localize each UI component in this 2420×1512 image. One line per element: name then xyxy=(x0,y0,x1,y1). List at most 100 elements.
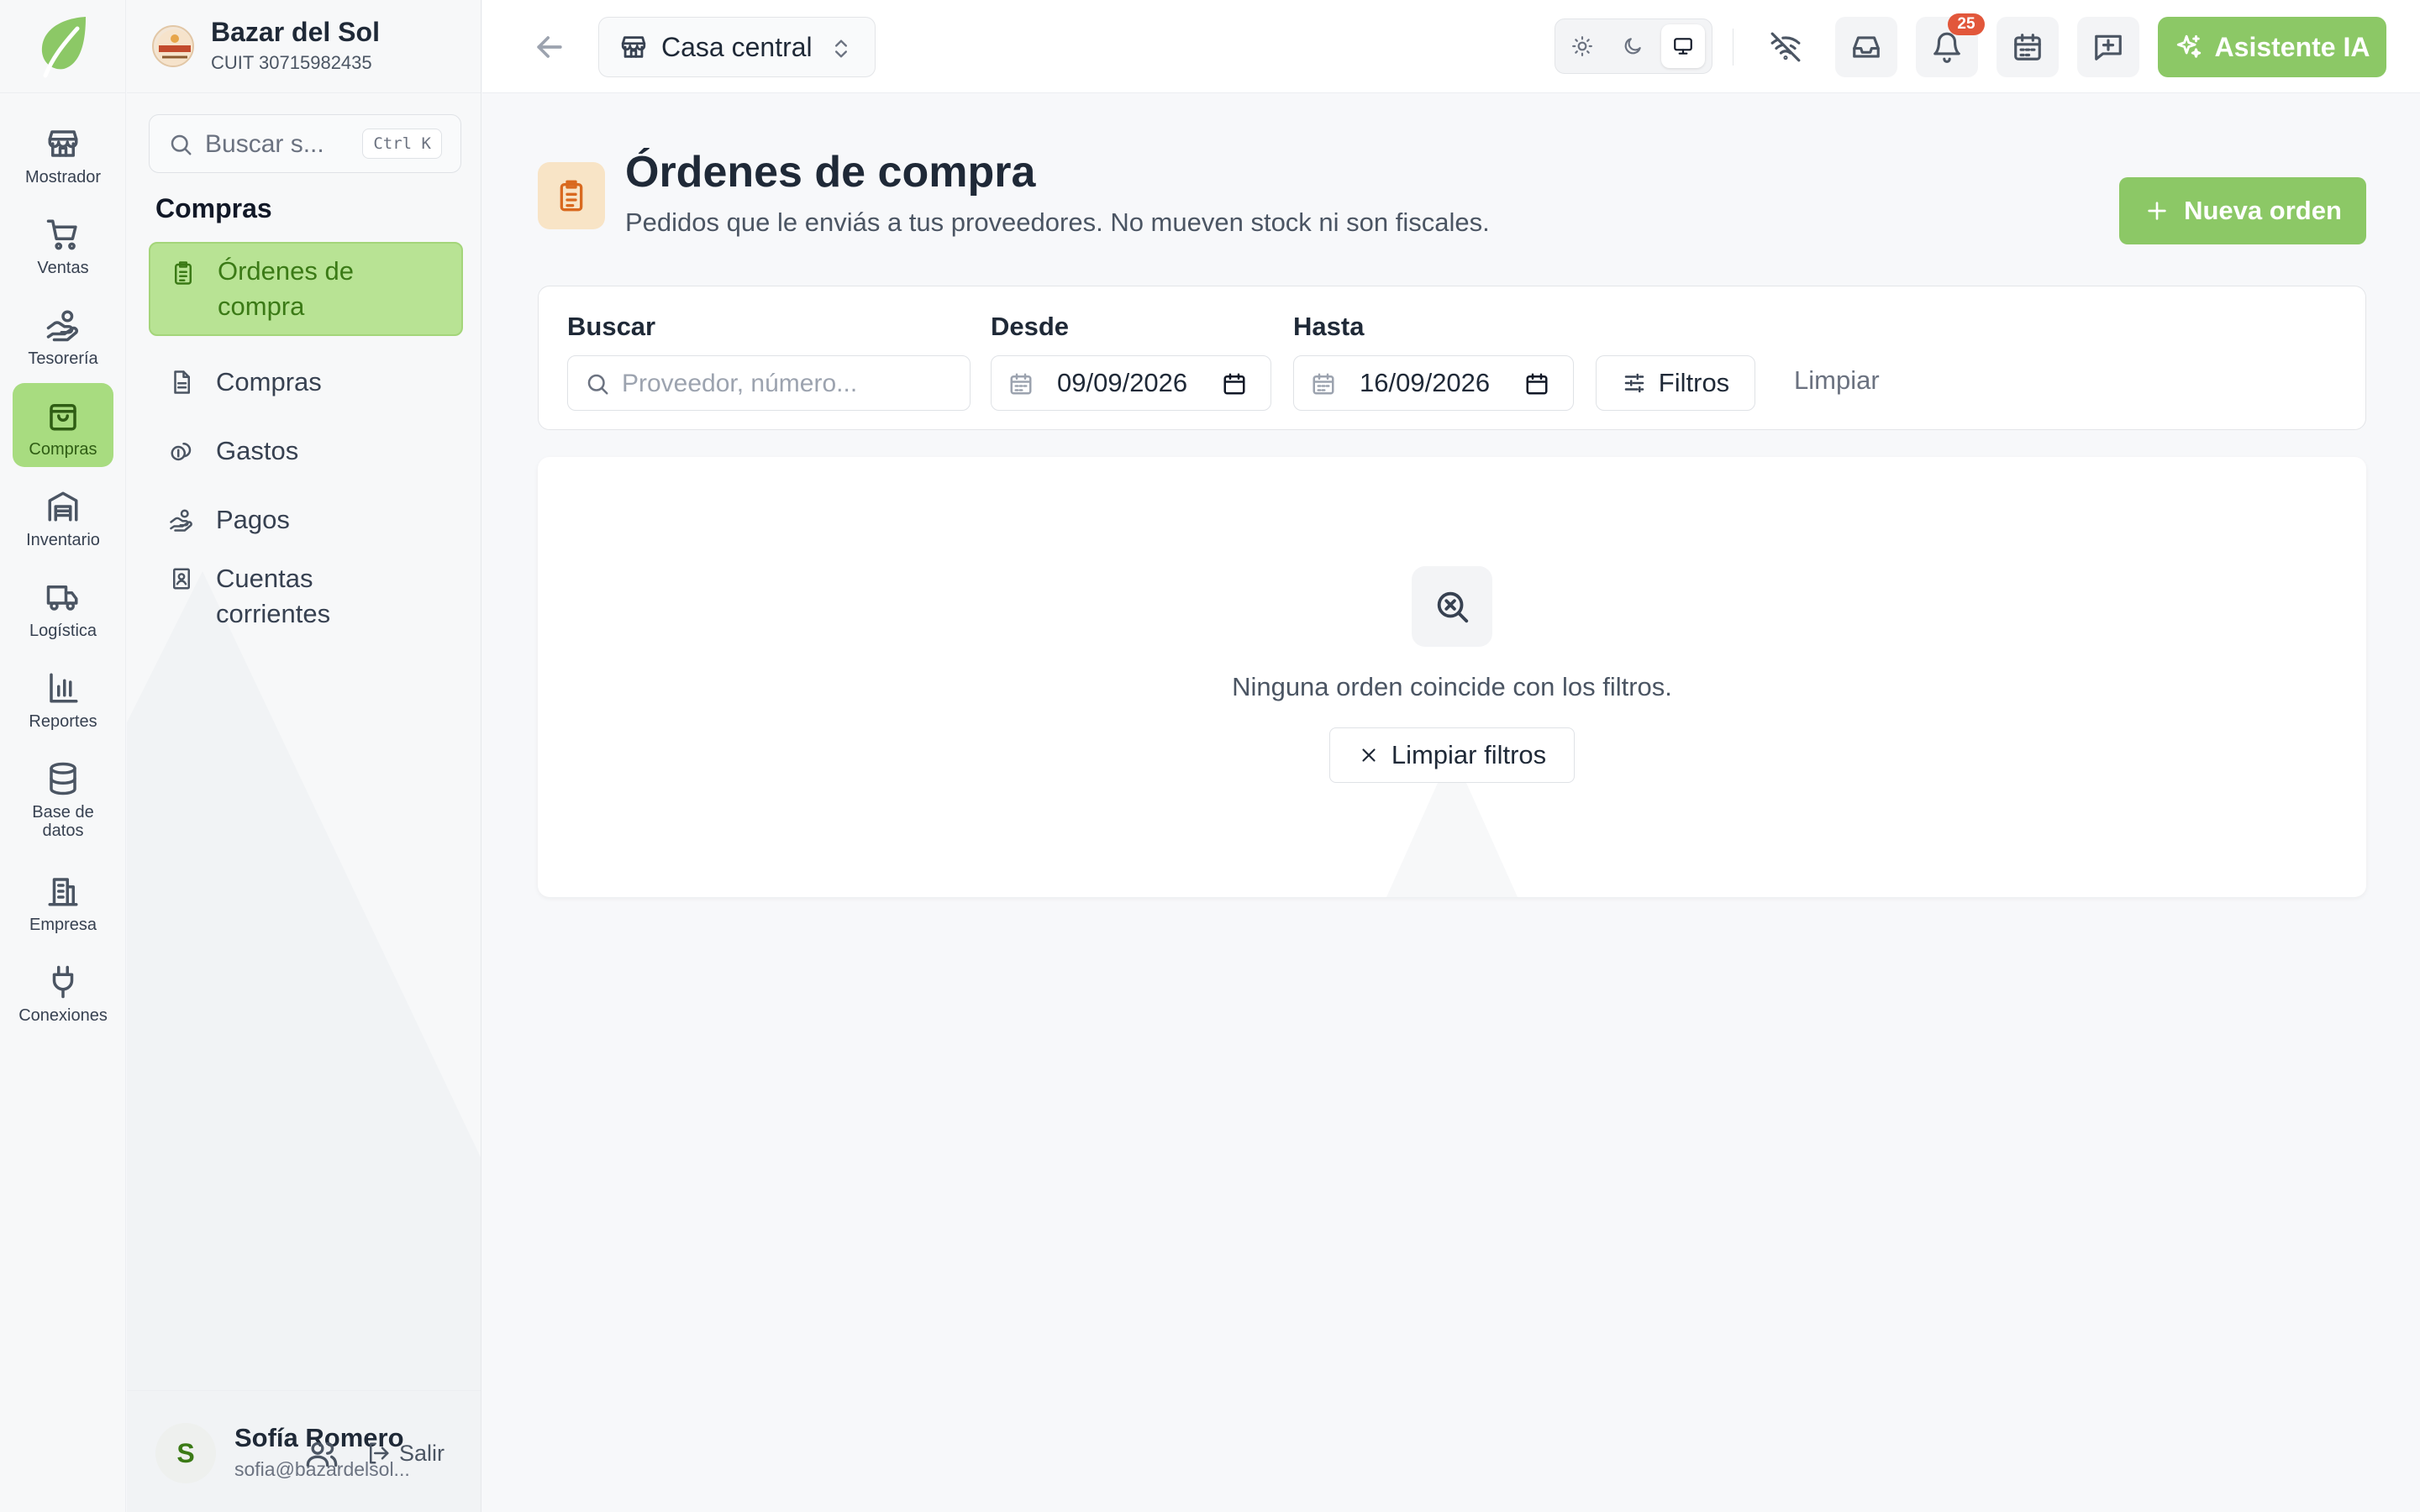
company-avatar[interactable] xyxy=(152,25,194,67)
sidebar-item-cuentas-corrientes[interactable]: Cuentas corrientes xyxy=(149,558,463,638)
sidebar-item-label: Cuentas corrientes xyxy=(216,564,331,628)
sidebar-search[interactable]: Ctrl K xyxy=(149,114,461,173)
sidebar-item-label: Compras xyxy=(216,367,322,396)
branch-label: Casa central xyxy=(661,31,813,62)
clipboard-list-icon xyxy=(175,261,192,285)
logout-button[interactable]: Salir xyxy=(366,1433,445,1473)
bar-chart-icon xyxy=(50,673,78,703)
rail-item-base-de-datos[interactable]: Base de datos xyxy=(13,746,113,843)
rail-item-label: Compras xyxy=(29,440,97,459)
calendar-button[interactable] xyxy=(1996,17,2059,77)
hand-coins-icon xyxy=(46,310,78,342)
sidebar-section-title: Compras xyxy=(155,193,272,223)
wifi-off-icon xyxy=(1770,32,1801,62)
plug-icon xyxy=(52,965,74,999)
new-order-label: Nueva orden xyxy=(2184,196,2342,225)
leaf-logo-icon[interactable] xyxy=(34,13,92,79)
rail-item-inventario[interactable]: Inventario xyxy=(13,474,113,558)
arrow-left-icon xyxy=(537,36,562,58)
to-date-value: 16/09/2026 xyxy=(1360,368,1491,397)
rail-item-empresa[interactable]: Empresa xyxy=(13,858,113,942)
switch-user-button[interactable] xyxy=(305,1437,339,1471)
dark-theme-button[interactable] xyxy=(1611,24,1655,68)
sparkles-icon xyxy=(2176,34,2201,58)
rail-item-mostrador[interactable]: Mostrador xyxy=(13,111,113,195)
back-button[interactable] xyxy=(531,29,568,66)
sidebar-item-gastos[interactable]: Gastos xyxy=(149,423,463,479)
calendar-icon xyxy=(2014,34,2041,60)
chevrons-up-down-icon xyxy=(835,39,847,58)
sidebar-item-ordenes-de-compra[interactable]: Órdenes de compra xyxy=(149,242,463,336)
app-rail: Mostrador Ventas Tesorería Compras Inven… xyxy=(0,0,126,1512)
notification-badge: 25 xyxy=(1948,13,1985,35)
empty-state-icon xyxy=(1412,566,1492,647)
notifications-button[interactable]: 25 xyxy=(1916,13,1985,77)
calendar-picker-icon[interactable] xyxy=(1222,371,1247,396)
file-text-icon xyxy=(174,370,190,394)
shortcut-hint: Ctrl K xyxy=(362,129,442,159)
inbox-button[interactable] xyxy=(1835,17,1897,77)
plus-icon xyxy=(2148,202,2166,220)
main-content: Órdenes de compra Pedidos que le enviás … xyxy=(482,93,2420,1512)
to-date-label: Hasta xyxy=(1293,312,1365,341)
branch-selector[interactable]: Casa central xyxy=(598,17,876,77)
filters-button[interactable]: Filtros xyxy=(1596,355,1755,411)
calendar-icon xyxy=(1313,373,1334,395)
search-input[interactable] xyxy=(622,363,958,405)
message-plus-icon xyxy=(2095,34,2122,60)
truck-icon xyxy=(46,585,78,611)
ai-assistant-label: Asistente IA xyxy=(2214,31,2370,62)
sidebar-item-compras[interactable]: Compras xyxy=(149,354,463,410)
sidebar-item-pagos[interactable]: Pagos xyxy=(149,492,463,548)
sidebar-item-label: Órdenes de compra xyxy=(218,256,354,321)
page-subtitle: Pedidos que le enviás a tus proveedores.… xyxy=(625,207,1490,237)
users-icon xyxy=(306,1441,338,1467)
clear-link[interactable]: Limpiar xyxy=(1794,365,1880,396)
rail-item-label: Reportes xyxy=(29,712,97,731)
rail-item-label: Tesorería xyxy=(28,349,98,368)
sidebar-search-input[interactable] xyxy=(205,123,348,165)
building-icon xyxy=(48,878,78,906)
sun-icon xyxy=(1572,36,1592,56)
empty-state-message: Ninguna orden coincide con los filtros. xyxy=(1232,672,1672,701)
bell-icon xyxy=(1933,32,1960,63)
rail-item-logistica[interactable]: Logística xyxy=(13,564,113,648)
search-x-icon xyxy=(1437,591,1469,623)
light-theme-button[interactable] xyxy=(1560,24,1604,68)
new-order-button[interactable]: Nueva orden xyxy=(2119,177,2366,244)
coins-icon xyxy=(171,443,192,461)
cart-icon xyxy=(46,219,77,250)
to-date-field[interactable]: 16/09/2026 xyxy=(1293,355,1574,411)
results-panel: Ninguna orden coincide con los filtros. … xyxy=(538,457,2366,897)
contact-book-icon xyxy=(173,568,190,590)
database-icon xyxy=(50,762,76,795)
clipboard-list-icon xyxy=(560,180,583,212)
sidebar-item-label: Gastos xyxy=(216,436,299,465)
ai-assistant-button[interactable]: Asistente IA xyxy=(2158,17,2386,77)
sliders-icon xyxy=(1624,373,1644,393)
offline-status-button[interactable] xyxy=(1754,17,1817,77)
close-icon xyxy=(1362,748,1376,762)
rail-item-tesoreria[interactable]: Tesorería xyxy=(13,292,113,376)
store-icon xyxy=(621,36,646,58)
feedback-button[interactable] xyxy=(2077,17,2139,77)
calendar-picker-icon[interactable] xyxy=(1524,371,1549,396)
search-icon xyxy=(171,134,192,155)
shopping-bag-icon xyxy=(50,404,76,431)
system-theme-button[interactable] xyxy=(1661,24,1705,68)
from-date-field[interactable]: 09/09/2026 xyxy=(991,355,1271,411)
moon-icon xyxy=(1624,38,1641,55)
search-field[interactable] xyxy=(567,355,971,411)
monitor-icon xyxy=(1674,38,1692,55)
user-avatar[interactable]: S xyxy=(155,1423,216,1483)
rail-item-reportes[interactable]: Reportes xyxy=(13,655,113,739)
sidebar-background-shape xyxy=(127,571,481,1512)
filters-panel: Buscar Desde 09/09/2026 Hasta 16/09/2026… xyxy=(538,286,2366,430)
clear-filters-button[interactable]: Limpiar filtros xyxy=(1329,727,1575,783)
company-cuit: CUIT 30715982435 xyxy=(211,52,372,73)
rail-item-conexiones[interactable]: Conexiones xyxy=(13,949,113,1033)
rail-item-ventas[interactable]: Ventas xyxy=(13,202,113,286)
rail-item-label: Empresa xyxy=(29,916,97,934)
theme-switcher xyxy=(1555,18,1712,74)
rail-item-compras[interactable]: Compras xyxy=(13,383,113,467)
